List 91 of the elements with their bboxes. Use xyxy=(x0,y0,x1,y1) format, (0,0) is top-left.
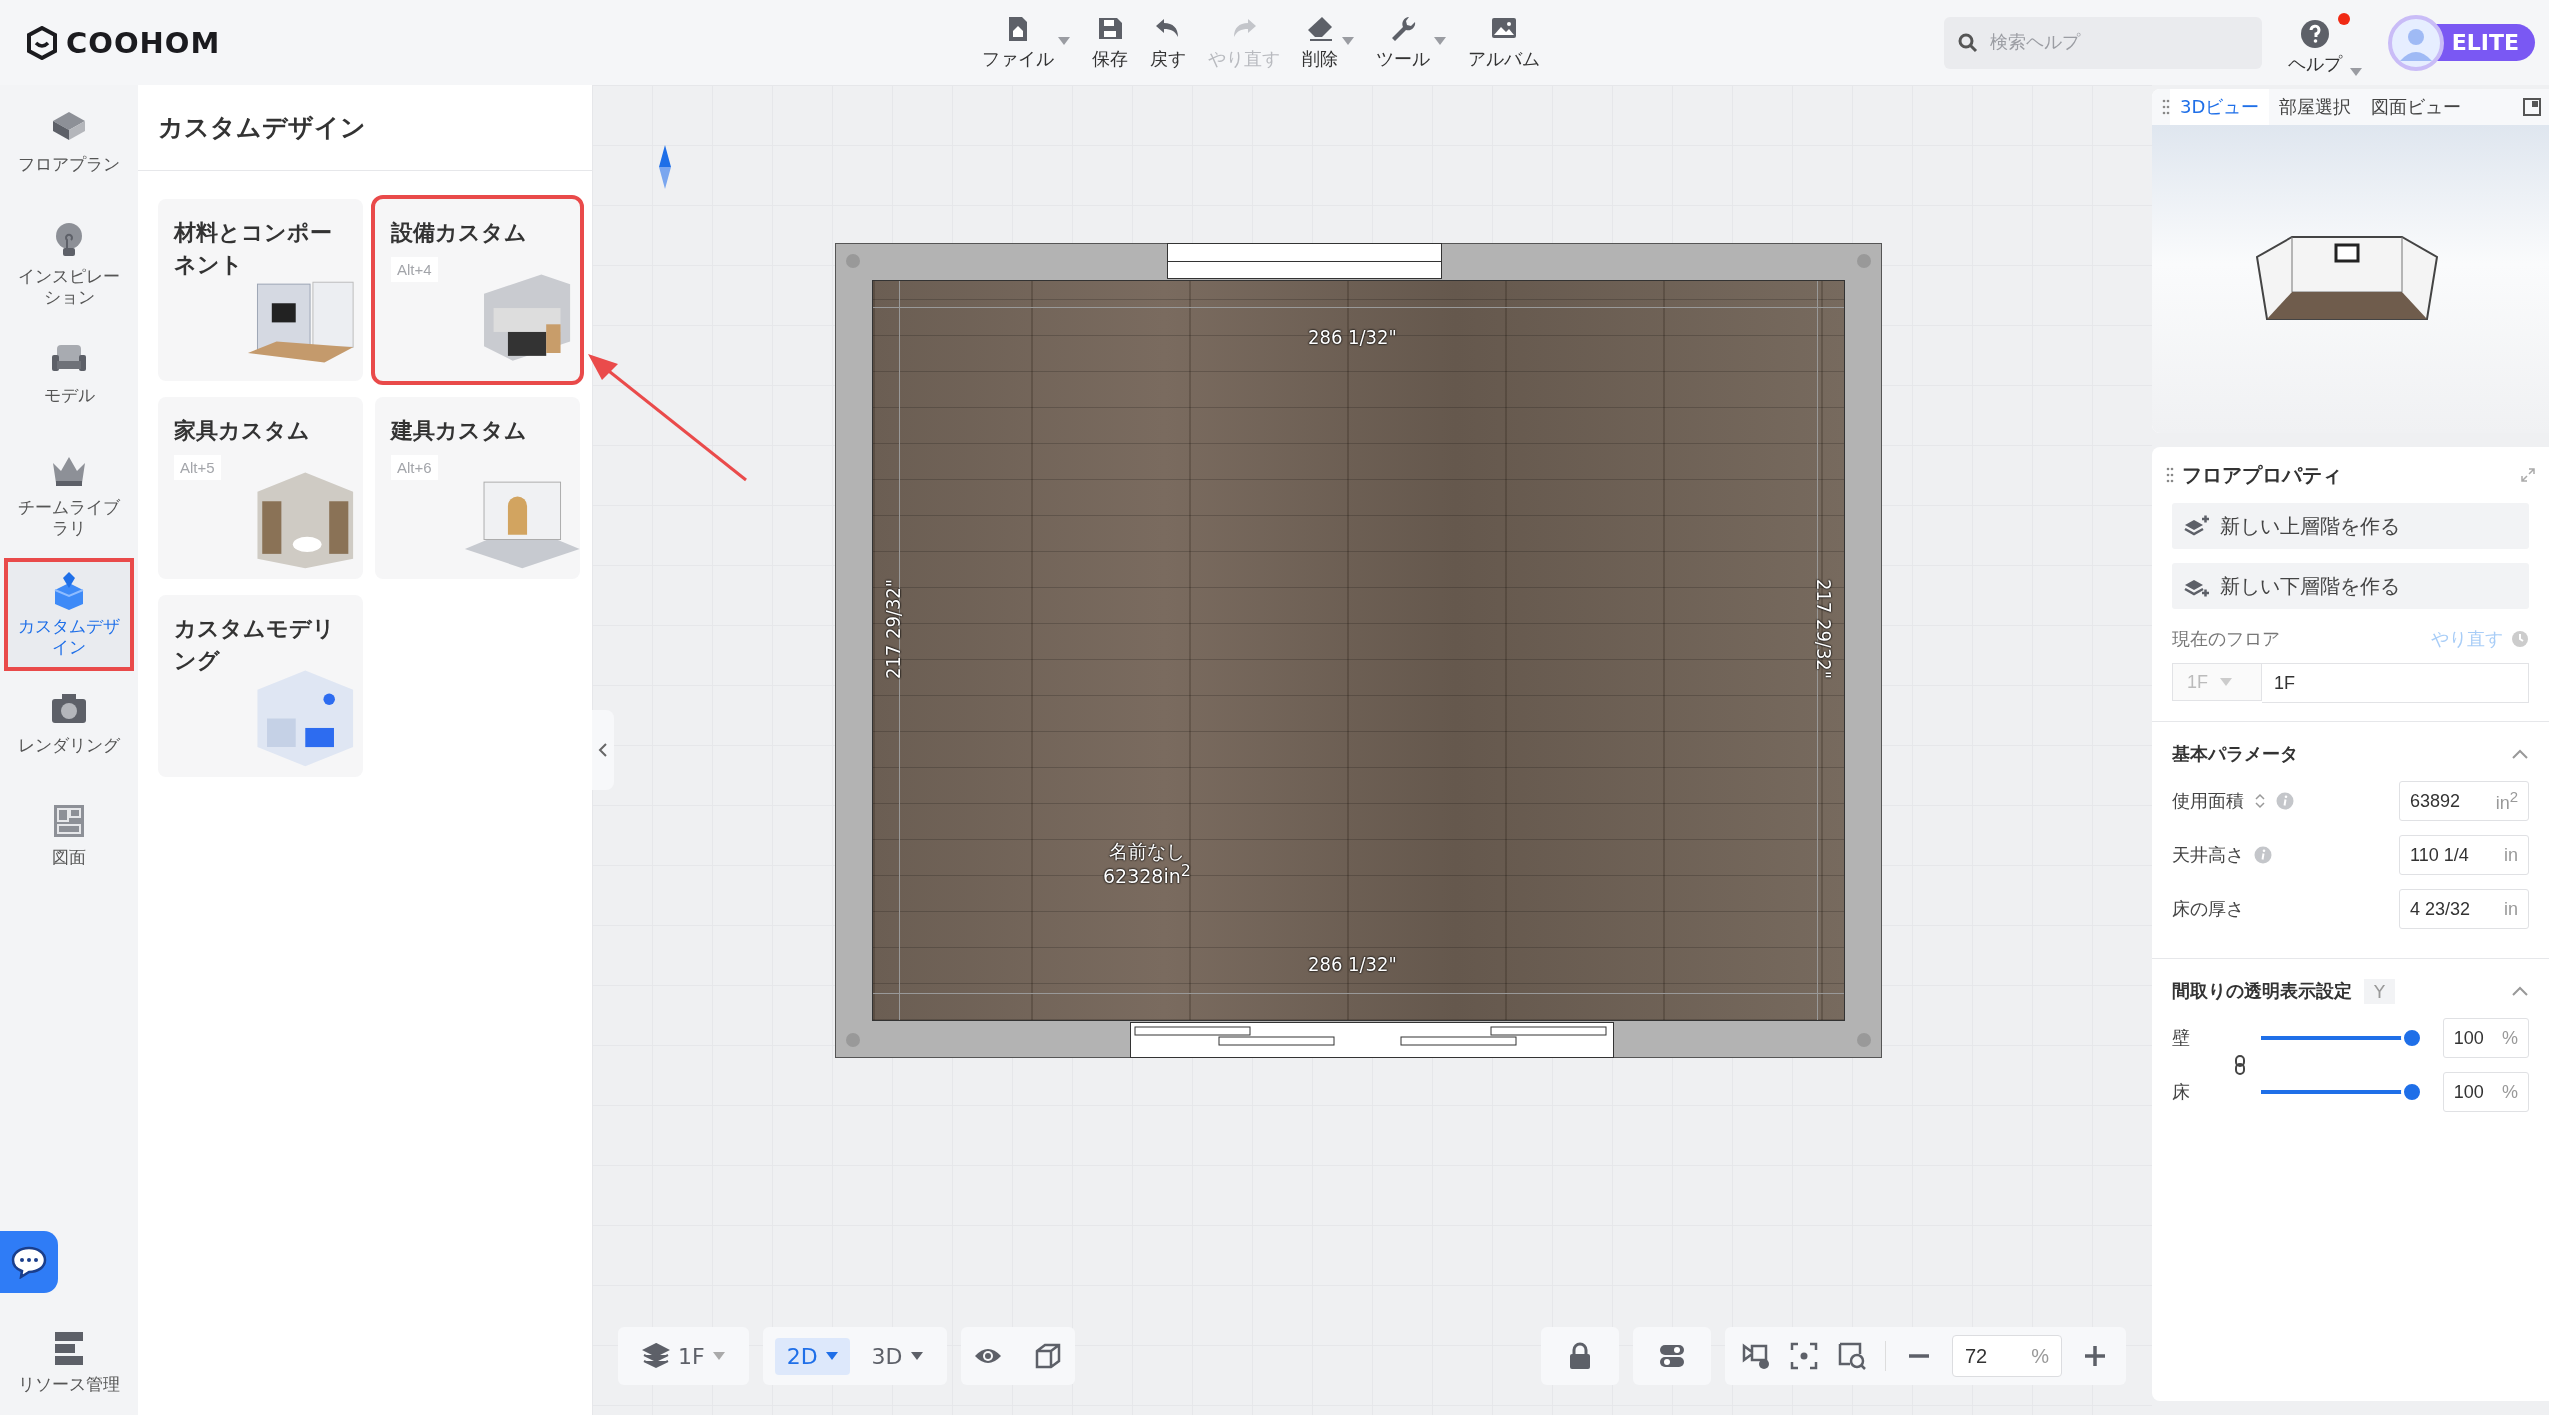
layers-plus-icon xyxy=(2184,514,2210,538)
zoom-area-icon[interactable] xyxy=(1837,1341,1867,1371)
input-field[interactable]: 110 1/4 in xyxy=(2399,835,2529,875)
compass-icon xyxy=(658,145,672,189)
section-title: 基本パラメータ xyxy=(2172,742,2298,766)
caret-icon xyxy=(1057,36,1070,45)
dimension-label: 286 1/32" xyxy=(1308,954,1397,974)
shortcut-label: Alt+4 xyxy=(391,256,438,282)
toolbar-button[interactable]: アルバム xyxy=(1467,14,1540,71)
card-title: 設備カスタム xyxy=(391,219,527,247)
field-label: 天井高さ xyxy=(2172,843,2244,867)
chevron-up-icon[interactable] xyxy=(2511,985,2529,997)
focus-icon[interactable] xyxy=(1789,1341,1819,1371)
create-floor-button[interactable]: 新しい下層階を作る xyxy=(2172,563,2529,609)
field-label: 使用面積 xyxy=(2172,789,2244,813)
chevron-left-icon xyxy=(598,742,608,758)
toolbar-button[interactable]: ツール xyxy=(1375,14,1446,71)
design-card[interactable]: 材料とコンポーネント xyxy=(158,199,363,381)
caret-icon xyxy=(825,1352,838,1360)
card-title: 材料とコンポーネント xyxy=(174,219,333,279)
view-tab[interactable]: 2D xyxy=(774,1337,850,1375)
zoom-field[interactable]: 72 % xyxy=(1952,1335,2062,1377)
caret-icon xyxy=(2349,68,2362,76)
view-tab[interactable]: 部屋選択 xyxy=(2269,89,2362,125)
design-card[interactable]: 家具カスタム Alt+5 xyxy=(158,397,363,579)
chevron-up-icon[interactable] xyxy=(2511,748,2529,760)
caret-icon xyxy=(2220,678,2232,686)
corner-dot xyxy=(1857,1033,1871,1047)
input-field[interactable]: 100 % xyxy=(2442,1018,2529,1058)
view-tab[interactable]: 3D xyxy=(859,1337,935,1375)
dimension-label: 217 29/32" xyxy=(883,578,904,680)
input-field[interactable]: 63892 in$^{2}$ xyxy=(2399,781,2529,821)
toolbar-button[interactable]: 削除 xyxy=(1301,14,1354,71)
design-card[interactable]: カスタムモデリング xyxy=(158,595,363,777)
toolbar-button[interactable]: 保存 xyxy=(1091,14,1128,71)
toolbar-button[interactable]: 戻す xyxy=(1149,14,1186,71)
section-title: 間取りの透明表示設定 xyxy=(2172,979,2352,1003)
caret-icon xyxy=(712,1352,725,1360)
field-label: 現在のフロア xyxy=(2172,627,2280,651)
view-tab[interactable]: 3Dビュー xyxy=(2170,89,2270,125)
dimension-label: 286 1/32" xyxy=(1308,327,1397,347)
field-label: 壁 xyxy=(2172,1026,2191,1050)
corner-dot xyxy=(1857,254,1871,268)
card-title: 建具カスタム xyxy=(391,417,527,445)
link-icon[interactable] xyxy=(2234,1055,2246,1075)
nav-item[interactable]: リソース管理 xyxy=(4,1316,134,1412)
clock-icon xyxy=(2511,630,2529,648)
info-icon xyxy=(2254,846,2272,864)
field-label: 床の厚さ xyxy=(2172,897,2244,921)
shortcut-label: Alt+5 xyxy=(174,454,221,480)
shortcut-label: Alt+6 xyxy=(391,454,438,480)
caret-icon xyxy=(910,1352,923,1360)
nav-item[interactable]: チームライブラリ xyxy=(4,438,134,552)
dimension-label: 217 29/32" xyxy=(1813,578,1834,680)
nav-item[interactable]: インスピレーション xyxy=(4,208,134,321)
chat-button[interactable] xyxy=(0,1231,58,1293)
drag-handle-icon[interactable] xyxy=(2162,98,2170,116)
toolbar-button[interactable]: ファイル xyxy=(981,14,1070,71)
card-title: カスタムモデリング xyxy=(174,615,336,675)
layers-icon xyxy=(642,1342,670,1370)
panel-title: フロアプロパティ xyxy=(2182,461,2342,489)
room-label: 名前なし 62328in$^{2}$ xyxy=(1103,841,1191,888)
input-field[interactable]: 1F xyxy=(2262,663,2529,703)
input-field[interactable]: 4 23/32 in xyxy=(2399,889,2529,929)
nav-item[interactable]: モデル xyxy=(4,326,134,433)
caret-icon xyxy=(1341,36,1354,45)
logo-icon xyxy=(26,25,58,60)
nav-item[interactable]: カスタムデザイン xyxy=(4,557,134,671)
window-icon[interactable] xyxy=(2523,98,2541,116)
help-icon xyxy=(2299,19,2330,49)
create-floor-button[interactable]: 新しい上層階を作る xyxy=(2172,503,2529,549)
info-icon xyxy=(2276,792,2294,810)
sort-icon[interactable] xyxy=(2254,792,2266,810)
view-tab[interactable]: 図面ビュー xyxy=(2361,89,2472,125)
nav-item[interactable]: 図面 xyxy=(4,788,134,895)
corner-dot xyxy=(846,1033,860,1047)
nav-item[interactable]: フロアプラン xyxy=(4,96,134,202)
logo-text: COOHOM xyxy=(66,25,221,60)
input-field[interactable]: 100 % xyxy=(2442,1072,2529,1112)
shortcut-label: Y xyxy=(2364,978,2395,1004)
nav-item[interactable]: レンダリング xyxy=(4,676,134,783)
design-card[interactable]: 建具カスタム Alt+6 xyxy=(375,397,580,579)
search-field[interactable]: 検索ヘルプ xyxy=(1943,16,2262,69)
card-title: 家具カスタム xyxy=(174,417,310,445)
corner-dot xyxy=(846,254,860,268)
speech-bubble-icon xyxy=(10,1245,48,1279)
camera-settings-icon[interactable] xyxy=(1741,1341,1771,1371)
help-button[interactable]: ヘルプ xyxy=(2287,9,2362,76)
caret-icon xyxy=(1433,36,1446,45)
drag-handle-icon[interactable] xyxy=(2166,466,2174,484)
field-label: 床 xyxy=(2172,1080,2191,1104)
